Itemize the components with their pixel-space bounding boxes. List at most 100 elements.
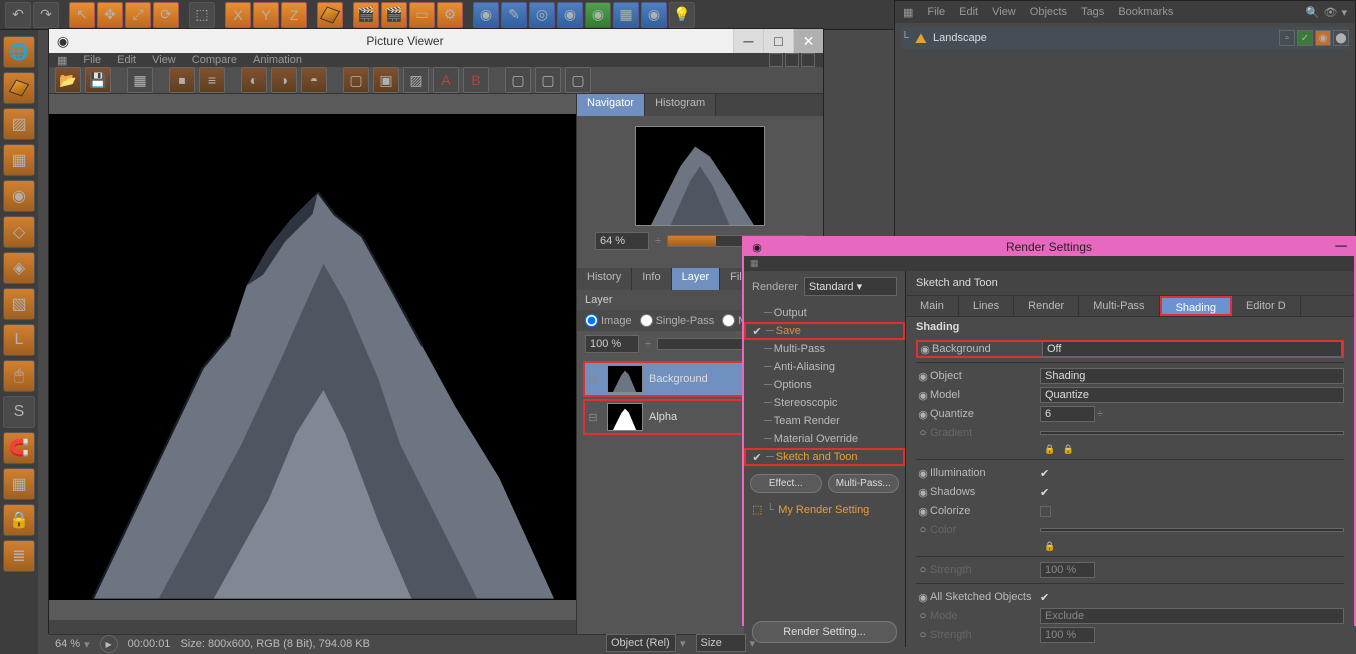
nurbs-icon[interactable]: ◎ — [529, 2, 555, 28]
single-pass-radio[interactable]: Single-Pass — [640, 314, 715, 327]
size-select[interactable]: Size — [696, 634, 746, 652]
tree-teamrender[interactable]: ─Team Render — [744, 412, 905, 430]
poly-mode-icon[interactable]: ◈ — [3, 252, 35, 284]
cube-icon[interactable] — [317, 2, 343, 28]
play-button[interactable]: ▶ — [100, 635, 118, 653]
allsketched-checkbox[interactable]: ✔ — [1040, 591, 1049, 604]
tab-shading[interactable]: Shading — [1160, 296, 1232, 316]
layers-icon[interactable]: ≡ — [199, 67, 225, 93]
om-edit-menu[interactable]: Edit — [959, 6, 978, 18]
histogram-tab[interactable]: Histogram — [645, 94, 716, 116]
object-radio[interactable]: ◉ — [916, 370, 930, 383]
channel-g-icon[interactable]: ▢ — [535, 67, 561, 93]
open-icon[interactable]: 📂 — [55, 67, 81, 93]
prim-cube-icon[interactable]: ◉ — [473, 2, 499, 28]
om-bookmarks-menu[interactable]: Bookmarks — [1118, 6, 1173, 18]
z-axis-icon[interactable]: Z — [281, 2, 307, 28]
material-tag-icon[interactable]: ◉ — [1315, 30, 1331, 46]
coords-icon[interactable]: ⬚ — [189, 2, 215, 28]
renderer-select[interactable]: Standard ▾ — [804, 277, 897, 296]
eye-icon[interactable]: 👁 — [1324, 6, 1338, 19]
render-icon[interactable]: 🎬 — [353, 2, 379, 28]
quantize-radio[interactable]: ◉ — [916, 408, 930, 421]
tab-lines[interactable]: Lines — [959, 296, 1014, 316]
model-radio[interactable]: ◉ — [916, 389, 930, 402]
tree-multipass[interactable]: ─Multi-Pass — [744, 340, 905, 358]
spline-pen-icon[interactable]: ✎ — [501, 2, 527, 28]
y-axis-icon[interactable]: Y — [253, 2, 279, 28]
render-setting-button[interactable]: Render Setting... — [752, 621, 897, 643]
rs-titlebar[interactable]: ◉ Render Settings ─ — [744, 238, 1354, 256]
world-icon[interactable]: 🌐 — [3, 36, 35, 68]
tab-render[interactable]: Render — [1014, 296, 1079, 316]
grid-icon[interactable]: ▦ — [127, 67, 153, 93]
strength-value[interactable]: 100 % — [1040, 562, 1095, 578]
save-icon[interactable]: 💾 — [85, 67, 111, 93]
mouse-icon[interactable]: 🖱 — [3, 360, 35, 392]
navigator-tab[interactable]: Navigator — [577, 94, 645, 116]
camera-icon[interactable]: ◉ — [641, 2, 667, 28]
colorize-radio[interactable]: ◉ — [916, 505, 930, 518]
uvpoly-icon[interactable]: ▧ — [3, 288, 35, 320]
generator-icon[interactable]: ◉ — [557, 2, 583, 28]
search-icon[interactable]: 🔍 — [1306, 6, 1320, 19]
compare-b-icon[interactable]: ◑ — [271, 67, 297, 93]
channel-r-icon[interactable]: ▢ — [505, 67, 531, 93]
object-name[interactable]: Landscape — [933, 32, 1279, 44]
edge-mode-icon[interactable]: ◇ — [3, 216, 35, 248]
maximize-button[interactable]: □ — [763, 29, 793, 53]
alpha-icon[interactable]: ▨ — [403, 67, 429, 93]
pv-view-menu[interactable]: View — [152, 54, 176, 66]
pv-file-menu[interactable]: File — [83, 54, 101, 66]
compare-ab-icon[interactable]: ◓ — [301, 67, 327, 93]
tree-antialiasing[interactable]: ─Anti-Aliasing — [744, 358, 905, 376]
compare-a-icon[interactable]: ◐ — [241, 67, 267, 93]
move-tool-icon[interactable]: ✥ — [97, 2, 123, 28]
layer-zoom-input[interactable] — [585, 335, 639, 353]
multipass-button[interactable]: Multi-Pass... — [828, 474, 900, 493]
filter-a-icon[interactable]: A — [433, 67, 459, 93]
point-mode-icon[interactable]: ◉ — [3, 180, 35, 212]
model-cube-icon[interactable] — [3, 72, 35, 104]
rgb-icon[interactable]: ▣ — [373, 67, 399, 93]
redo-icon[interactable]: ↷ — [33, 2, 59, 28]
tree-materialoverride[interactable]: ─Material Override — [744, 430, 905, 448]
render-cog-icon[interactable]: ⚙ — [437, 2, 463, 28]
color-value[interactable] — [1040, 528, 1344, 532]
x-axis-icon[interactable]: X — [225, 2, 251, 28]
select-tool-icon[interactable]: ↖ — [69, 2, 95, 28]
filter-b-icon[interactable]: B — [463, 67, 489, 93]
minimize-button[interactable]: ─ — [733, 29, 763, 53]
close-button[interactable]: ✕ — [793, 29, 823, 53]
picture-viewer-titlebar[interactable]: ◉ Picture Viewer ─ □ ✕ — [49, 29, 823, 53]
texture-icon[interactable]: ▨ — [3, 108, 35, 140]
om-view-menu[interactable]: View — [992, 6, 1016, 18]
channel-b-icon[interactable]: ▢ — [565, 67, 591, 93]
background-value[interactable]: Off — [1042, 341, 1342, 357]
deformer-icon[interactable]: ◉ — [585, 2, 611, 28]
tree-sketchandtoon[interactable]: ✔─Sketch and Toon — [744, 448, 905, 466]
shadows-checkbox[interactable]: ✔ — [1040, 486, 1049, 499]
pv-compare-menu[interactable]: Compare — [192, 54, 237, 66]
tree-stereoscopic[interactable]: ─Stereoscopic — [744, 394, 905, 412]
history-tab[interactable]: History — [577, 268, 632, 290]
rs-minimize-button[interactable]: ─ — [1328, 238, 1354, 256]
pv-dock-icon[interactable] — [785, 53, 799, 67]
om-objects-menu[interactable]: Objects — [1030, 6, 1067, 18]
colorize-checkbox[interactable] — [1040, 506, 1051, 517]
shadows-radio[interactable]: ◉ — [916, 486, 930, 499]
om-tags-menu[interactable]: Tags — [1081, 6, 1104, 18]
workplane-icon[interactable]: ▦ — [3, 144, 35, 176]
model-value[interactable]: Quantize — [1040, 387, 1344, 403]
allsketched-radio[interactable]: ◉ — [916, 591, 930, 604]
render-rect-icon[interactable]: ▭ — [409, 2, 435, 28]
illum-radio[interactable]: ◉ — [916, 467, 930, 480]
light-icon[interactable]: 💡 — [669, 2, 695, 28]
gradient-value[interactable] — [1040, 431, 1344, 435]
snap-s-icon[interactable]: S — [3, 396, 35, 428]
enable-tag[interactable]: ✓ — [1297, 30, 1313, 46]
filter-icon[interactable]: ▾ — [1341, 6, 1347, 19]
navigator-thumbnail[interactable] — [635, 126, 765, 226]
layer-collapse-icon[interactable]: ⊟ — [585, 373, 601, 386]
strength2-value[interactable]: 100 % — [1040, 627, 1095, 643]
